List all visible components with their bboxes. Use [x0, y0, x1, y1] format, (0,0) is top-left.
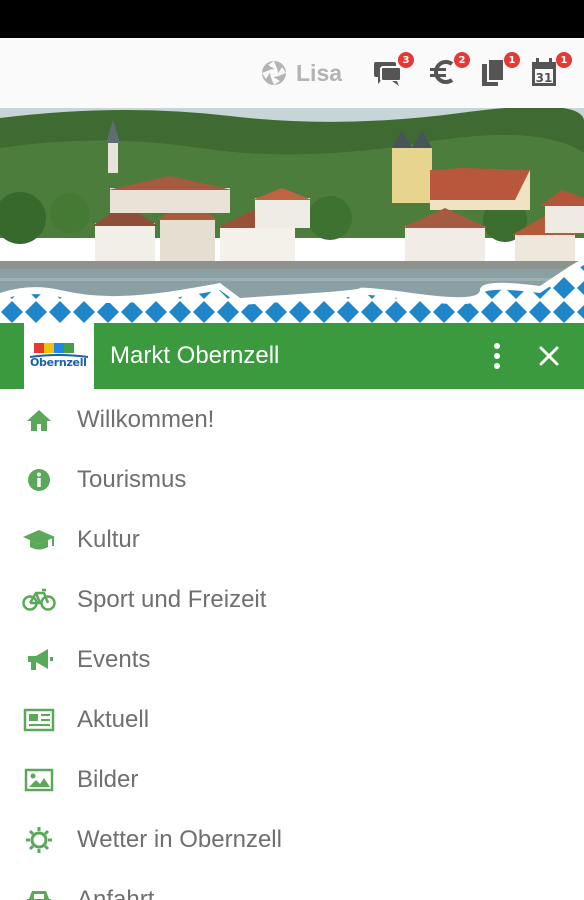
top-toolbar: Lisa 3 2 1 31 1	[0, 38, 584, 109]
menu-item-label: Wetter in Obernzell	[77, 826, 282, 853]
menu-item-sport-und-freizeit[interactable]: Sport und Freizeit	[0, 570, 584, 630]
town-scenery-image	[0, 108, 584, 323]
menu-item-aktuell[interactable]: Aktuell	[0, 690, 584, 750]
menu-item-anfahrt[interactable]: Anfahrt	[0, 870, 584, 900]
menu-item-label: Tourismus	[77, 466, 187, 493]
menu-item-wetter[interactable]: Wetter in Obernzell	[0, 810, 584, 870]
menu-item-events[interactable]: Events	[0, 630, 584, 690]
info-icon	[22, 465, 56, 495]
calendar-badge: 1	[556, 52, 572, 68]
page-title: Markt Obernzell	[110, 342, 280, 369]
payments-button[interactable]: 2	[428, 52, 470, 92]
title-bar: Obernzell Markt Obernzell	[0, 323, 584, 389]
menu-item-label: Sport und Freizeit	[77, 586, 267, 613]
menu-item-label: Bilder	[77, 766, 139, 793]
menu-item-kultur[interactable]: Kultur	[0, 510, 584, 570]
more-vert-icon	[494, 343, 500, 369]
megaphone-icon	[22, 645, 56, 675]
close-icon	[539, 346, 559, 366]
menu-item-label: Willkommen!	[77, 406, 215, 433]
menu-item-label: Aktuell	[77, 706, 150, 733]
logo-text: Obernzell	[30, 356, 87, 369]
status-bar	[0, 0, 584, 38]
menu-item-label: Anfahrt	[77, 886, 155, 900]
menu-item-bilder[interactable]: Bilder	[0, 750, 584, 810]
documents-button[interactable]: 1	[478, 52, 520, 92]
user-chip[interactable]: Lisa	[260, 56, 342, 90]
user-name: Lisa	[296, 59, 343, 86]
municipality-logo[interactable]: Obernzell	[24, 323, 94, 389]
navigation-menu: Willkommen! Tourismus Kultur Sport und F…	[0, 390, 584, 900]
app-screen: Lisa 3 2 1 31 1 Obernzell Markt Obernzel…	[0, 0, 584, 900]
documents-badge: 1	[504, 52, 520, 68]
more-options-button[interactable]	[484, 341, 510, 371]
menu-item-label: Events	[77, 646, 151, 673]
header-image	[0, 108, 584, 323]
menu-item-tourismus[interactable]: Tourismus	[0, 450, 584, 510]
payments-badge: 2	[454, 52, 470, 68]
menu-item-label: Kultur	[77, 526, 140, 553]
messages-badge: 3	[398, 52, 414, 68]
close-button[interactable]	[534, 341, 564, 371]
car-icon	[22, 885, 56, 900]
newspaper-icon	[22, 705, 56, 735]
menu-item-willkommen[interactable]: Willkommen!	[0, 390, 584, 450]
image-icon	[22, 765, 56, 795]
bicycle-icon	[22, 585, 56, 615]
graduation-cap-icon	[22, 525, 56, 555]
calendar-day: 31	[536, 71, 553, 85]
aperture-icon	[262, 61, 286, 85]
sun-icon	[22, 825, 56, 855]
home-icon	[22, 405, 56, 435]
messages-button[interactable]: 3	[372, 52, 414, 92]
calendar-button[interactable]: 31 1	[530, 52, 572, 92]
